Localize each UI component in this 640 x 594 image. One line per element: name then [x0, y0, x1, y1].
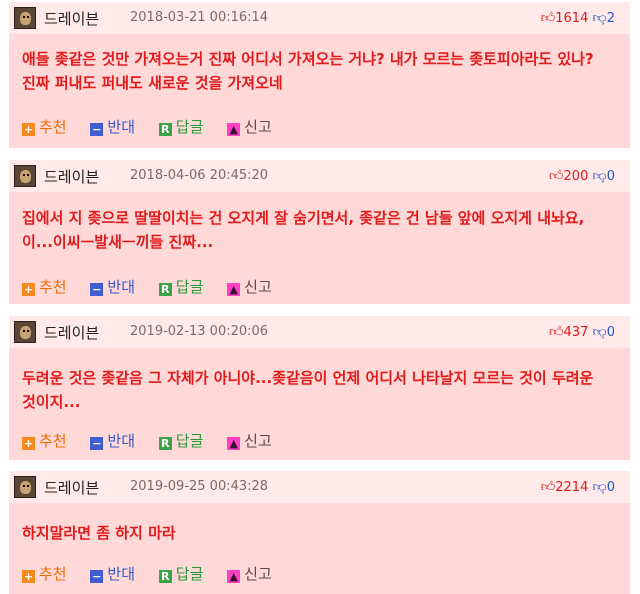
oppose-label: 반대 — [107, 565, 135, 583]
comment-header: 드레이븐 2018-04-06 20:45:20 👍︎200 👎︎0 — [9, 160, 630, 192]
plus-icon: + — [22, 283, 35, 296]
thumbs-up-icon: 👍︎ — [540, 479, 556, 495]
comment-text: 하지말라면 좀 하지 마라 — [22, 524, 176, 542]
report-button[interactable]: ▲ 신고 — [227, 563, 272, 584]
plus-icon: + — [22, 570, 35, 583]
thumbs-down-icon: 👎︎ — [592, 479, 607, 495]
vote-counts: 👍︎2214 👎︎0 — [541, 478, 615, 495]
plus-icon: + — [22, 437, 35, 450]
downvote-count: 2 — [606, 11, 615, 26]
report-label: 신고 — [244, 278, 272, 296]
reply-button[interactable]: R 답글 — [158, 563, 204, 584]
timestamp: 2019-09-25 00:43:28 — [130, 479, 269, 494]
report-label: 신고 — [244, 565, 272, 583]
downvote-count: 0 — [606, 325, 615, 340]
timestamp: 2019-02-13 00:20:06 — [130, 324, 269, 339]
comment-actions: + 추천 − 반대 R 답글 ▲ 신고 — [22, 563, 291, 583]
reply-button[interactable]: R 답글 — [158, 276, 204, 297]
siren-icon: ▲ — [227, 570, 241, 583]
recommend-button[interactable]: + 추천 — [22, 430, 67, 451]
comment-card: 드레이븐 2018-04-06 20:45:20 👍︎200 👎︎0 집에서 지… — [9, 160, 630, 304]
comment-actions: + 추천 − 반대 R 답글 ▲ 신고 — [22, 116, 291, 136]
oppose-label: 반대 — [107, 118, 135, 136]
comment-card: 드레이븐 2019-09-25 00:43:28 👍︎2214 👎︎0 하지말라… — [9, 471, 630, 594]
minus-icon: − — [90, 283, 104, 296]
user-avatar[interactable] — [14, 476, 36, 498]
minus-icon: − — [90, 570, 104, 583]
reply-icon: R — [158, 123, 172, 136]
comment-text: 애들 좆같은 것만 가져오는거 진짜 어디서 가져오는 거냐? 내가 모르는 좆… — [22, 50, 594, 92]
comment-actions: + 추천 − 반대 R 답글 ▲ 신고 — [22, 430, 291, 450]
reply-button[interactable]: R 답글 — [158, 430, 204, 451]
recommend-label: 추천 — [39, 432, 67, 450]
thumbs-down-icon: 👎︎ — [592, 324, 607, 340]
oppose-button[interactable]: − 반대 — [90, 430, 135, 451]
recommend-button[interactable]: + 추천 — [22, 563, 67, 584]
comment-text: 집에서 지 좆으로 딸딸이치는 건 오지게 잘 숨기면서, 좆같은 건 남들 앞… — [22, 209, 585, 251]
reply-icon: R — [158, 570, 172, 583]
oppose-label: 반대 — [107, 432, 135, 450]
recommend-button[interactable]: + 추천 — [22, 116, 67, 137]
thumbs-down-icon: 👎︎ — [592, 168, 607, 184]
user-avatar[interactable] — [14, 165, 36, 187]
thumbs-down-icon: 👎︎ — [592, 10, 607, 26]
thumbs-up-icon: 👍︎ — [548, 324, 564, 340]
comment-text: 두려운 것은 좆같음 그 자체가 아니야...좆같음이 언제 어디서 나타날지 … — [22, 369, 594, 411]
comment-header: 드레이븐 2019-09-25 00:43:28 👍︎2214 👎︎0 — [9, 471, 630, 503]
reply-button[interactable]: R 답글 — [158, 116, 204, 137]
nickname[interactable]: 드레이븐 — [44, 8, 99, 29]
reply-label: 답글 — [175, 118, 204, 136]
report-button[interactable]: ▲ 신고 — [227, 276, 272, 297]
nickname[interactable]: 드레이븐 — [44, 166, 99, 187]
recommend-button[interactable]: + 추천 — [22, 276, 67, 297]
vote-counts: 👍︎437 👎︎0 — [549, 323, 615, 340]
oppose-button[interactable]: − 반대 — [90, 276, 135, 297]
siren-icon: ▲ — [227, 283, 241, 296]
minus-icon: − — [90, 123, 104, 136]
timestamp: 2018-04-06 20:45:20 — [130, 168, 269, 183]
comment-actions: + 추천 − 반대 R 답글 ▲ 신고 — [22, 276, 291, 296]
comment-card: 드레이븐 2019-02-13 00:20:06 👍︎437 👎︎0 두려운 것… — [9, 316, 630, 460]
thumbs-up-icon: 👍︎ — [548, 168, 564, 184]
upvote-count: 2214 — [555, 480, 589, 495]
minus-icon: − — [90, 437, 104, 450]
reply-label: 답글 — [175, 278, 204, 296]
reply-label: 답글 — [175, 565, 204, 583]
recommend-label: 추천 — [39, 278, 67, 296]
upvote-count: 200 — [563, 169, 589, 184]
vote-counts: 👍︎200 👎︎0 — [549, 167, 615, 184]
siren-icon: ▲ — [227, 123, 241, 136]
comment-list: 드레이븐 2018-03-21 00:16:14 👍︎1614 👎︎2 애들 좆… — [0, 0, 640, 594]
report-button[interactable]: ▲ 신고 — [227, 116, 272, 137]
reply-label: 답글 — [175, 432, 204, 450]
comment-card: 드레이븐 2018-03-21 00:16:14 👍︎1614 👎︎2 애들 좆… — [9, 2, 630, 148]
upvote-count: 437 — [563, 325, 589, 340]
user-avatar[interactable] — [14, 7, 36, 29]
user-avatar[interactable] — [14, 321, 36, 343]
plus-icon: + — [22, 123, 35, 136]
oppose-button[interactable]: − 반대 — [90, 116, 135, 137]
siren-icon: ▲ — [227, 437, 241, 450]
report-button[interactable]: ▲ 신고 — [227, 430, 272, 451]
thumbs-up-icon: 👍︎ — [540, 10, 556, 26]
downvote-count: 0 — [606, 169, 615, 184]
reply-icon: R — [158, 437, 172, 450]
vote-counts: 👍︎1614 👎︎2 — [541, 9, 615, 26]
report-label: 신고 — [244, 432, 272, 450]
nickname[interactable]: 드레이븐 — [44, 477, 99, 498]
comment-header: 드레이븐 2018-03-21 00:16:14 👍︎1614 👎︎2 — [9, 2, 630, 34]
recommend-label: 추천 — [39, 118, 67, 136]
report-label: 신고 — [244, 118, 272, 136]
oppose-button[interactable]: − 반대 — [90, 563, 135, 584]
upvote-count: 1614 — [555, 11, 589, 26]
recommend-label: 추천 — [39, 565, 67, 583]
nickname[interactable]: 드레이븐 — [44, 322, 99, 343]
downvote-count: 0 — [606, 480, 615, 495]
timestamp: 2018-03-21 00:16:14 — [130, 10, 269, 25]
reply-icon: R — [158, 283, 172, 296]
oppose-label: 반대 — [107, 278, 135, 296]
comment-header: 드레이븐 2019-02-13 00:20:06 👍︎437 👎︎0 — [9, 316, 630, 348]
